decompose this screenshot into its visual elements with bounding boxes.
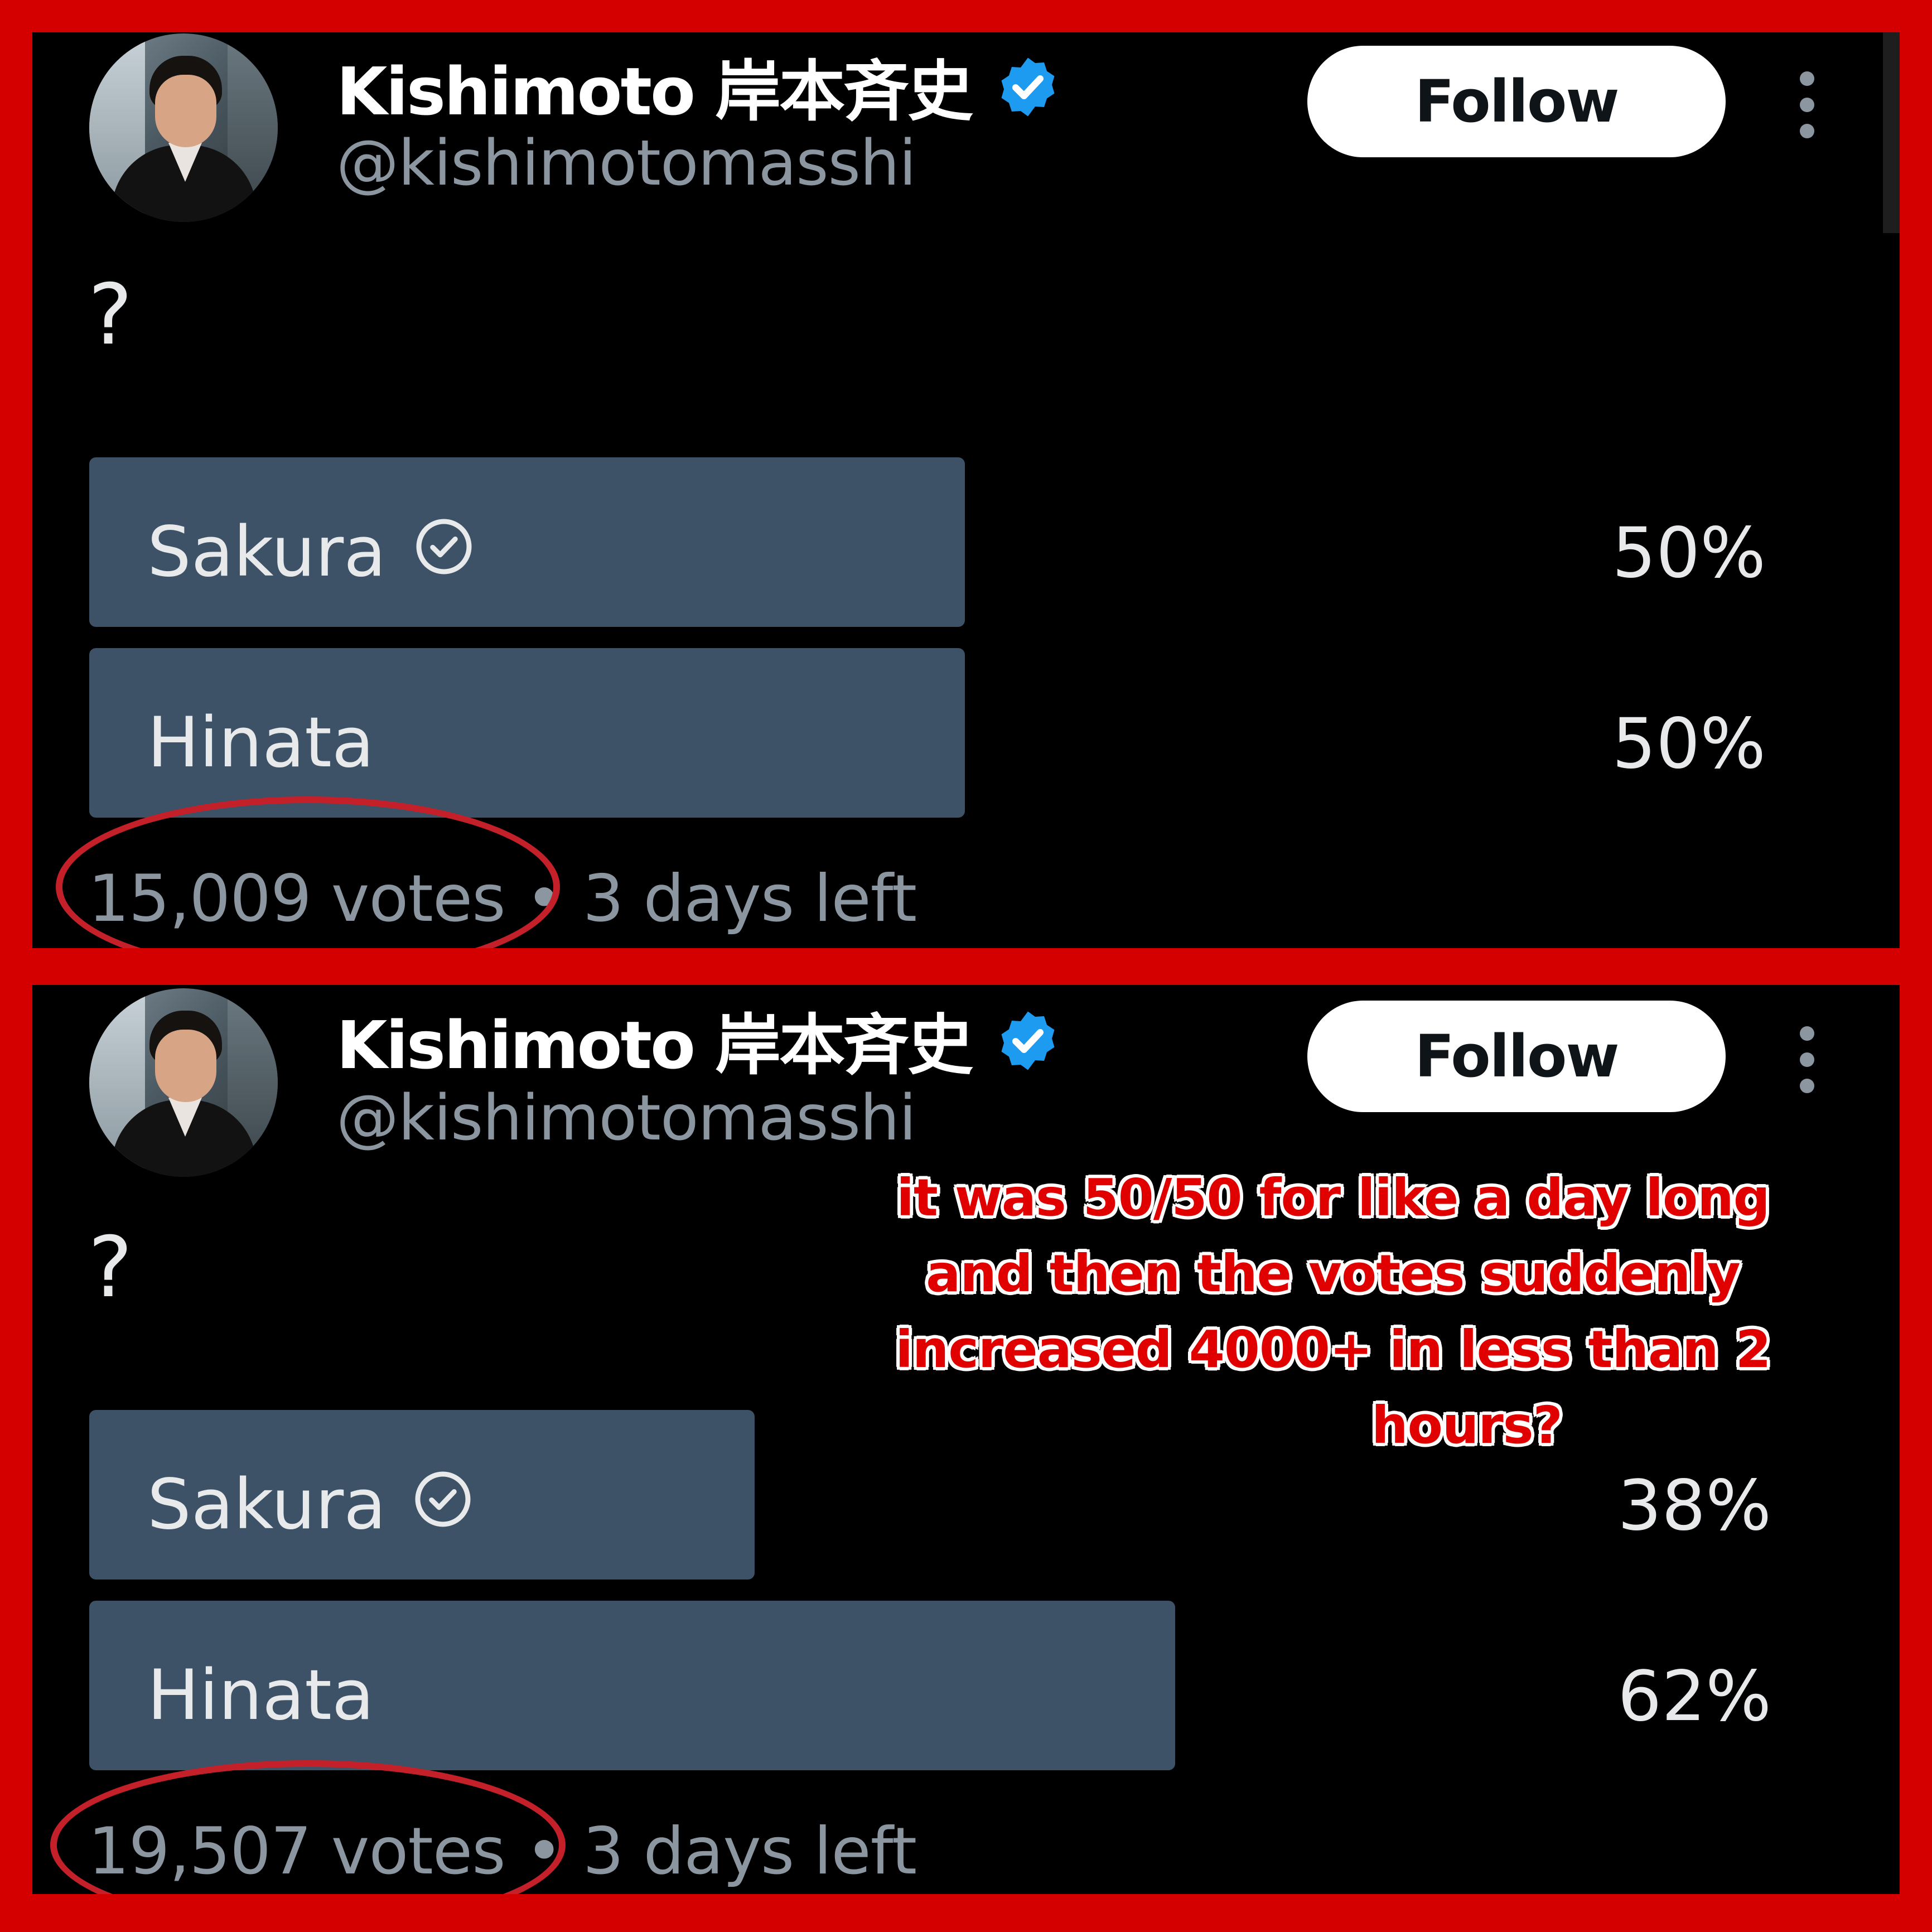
check-circle-icon: [415, 1471, 471, 1527]
annotation-line: and then the votes suddenly: [926, 1244, 1740, 1303]
highlight-circle: [56, 796, 560, 948]
annotation-line: hours?: [1371, 1395, 1563, 1455]
verified-badge-icon: [1001, 1011, 1055, 1070]
more-options-icon[interactable]: [1796, 71, 1818, 138]
verified-badge-icon: [1001, 57, 1055, 117]
follow-button[interactable]: Follow: [1307, 46, 1726, 157]
highlight-circle: [50, 1760, 566, 1894]
tweet-text: ?: [88, 267, 133, 364]
poll-option-percent: 62%: [1617, 1656, 1771, 1737]
author-name[interactable]: Kishimoto 岸本斉史: [336, 992, 973, 1087]
avatar[interactable]: [89, 33, 278, 222]
author-name[interactable]: Kishimoto 岸本斉史: [336, 38, 973, 133]
scrollbar[interactable]: [1883, 32, 1900, 233]
avatar[interactable]: [89, 988, 278, 1177]
poll-option-label: Hinata: [147, 1655, 374, 1736]
tweet-text: ?: [88, 1219, 133, 1316]
poll-option-percent: 38%: [1617, 1466, 1771, 1546]
annotation-line: increased 4000+ in less than 2: [895, 1320, 1771, 1379]
annotation-line: it was 50/50 for like a day long: [896, 1168, 1770, 1228]
overlay-annotation: it was 50/50 for like a day long and the…: [837, 1160, 1829, 1464]
poll-option-label: Sakura: [147, 1465, 387, 1545]
poll-option-percent: 50%: [1612, 704, 1766, 784]
poll-option-percent: 50%: [1612, 513, 1766, 593]
more-options-icon[interactable]: [1796, 1026, 1818, 1093]
follow-button[interactable]: Follow: [1307, 1001, 1726, 1112]
check-circle-icon: [416, 519, 472, 574]
poll-option-label: Hinata: [147, 703, 374, 783]
author-handle[interactable]: @kishimotomasshi: [336, 127, 916, 200]
poll-option-label: Sakura: [147, 512, 387, 592]
author-handle[interactable]: @kishimotomasshi: [336, 1082, 916, 1155]
tweet-panel-before: Kishimoto 岸本斉史 @kishimotomasshi Follow ?…: [32, 32, 1900, 948]
